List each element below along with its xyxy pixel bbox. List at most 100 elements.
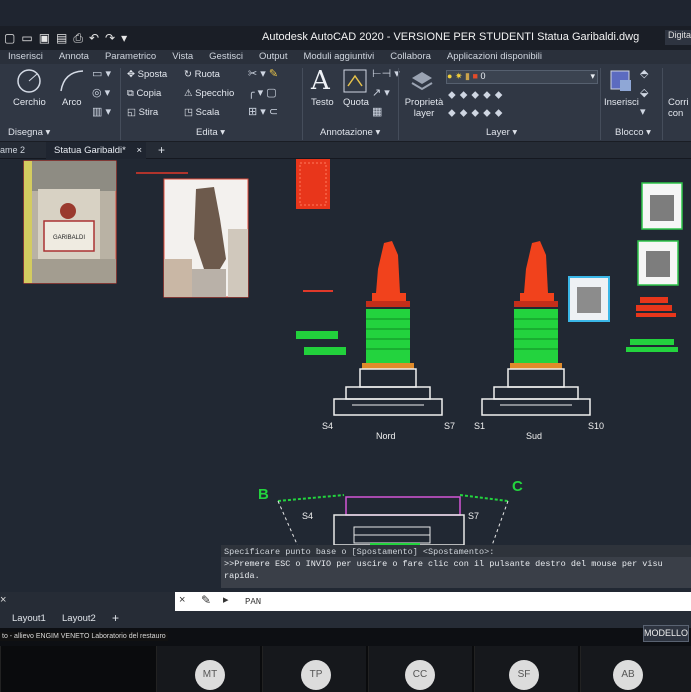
circle-icon[interactable]: [16, 68, 42, 94]
array-icon[interactable]: ⊞ ▾ ⊂: [248, 105, 278, 118]
panel-edita[interactable]: Edita ▾: [196, 127, 225, 138]
redo-icon[interactable]: ↷: [105, 31, 115, 46]
panel-annotazione[interactable]: Annotazione ▾: [320, 127, 380, 138]
photo-plaque[interactable]: GARIBALDI: [23, 160, 117, 284]
attribute-icon[interactable]: ▾: [640, 105, 646, 118]
trim-icon[interactable]: ✂ ▾ ✎: [248, 67, 278, 80]
quota-button[interactable]: Quota: [343, 97, 369, 108]
thumbnail-monument-selected[interactable]: [568, 276, 610, 322]
command-input[interactable]: PAN: [245, 597, 261, 607]
red-steps[interactable]: [636, 297, 676, 317]
leader-icon[interactable]: ↗ ▾: [372, 86, 390, 99]
corr-button[interactable]: Corri con: [668, 97, 691, 119]
specchio-button[interactable]: ⚠ Specchio: [184, 88, 234, 99]
command-history: Specificare punto base o [Spostamento] <…: [221, 545, 691, 588]
edit-block-icon[interactable]: ⬙: [640, 86, 648, 99]
drawing-canvas[interactable]: GARIBALDI S4 Nord S7 S1 Sud S10 B C S4 S…: [0, 159, 691, 611]
participant-tile[interactable]: CC: [368, 646, 472, 692]
scala-button[interactable]: ◳ Scala: [184, 107, 219, 118]
color-swatch-icon: ■: [472, 71, 478, 81]
rectangle-icon[interactable]: ▭ ▾: [92, 67, 111, 80]
close-icon[interactable]: ×: [136, 145, 142, 156]
close-icon[interactable]: ×: [179, 594, 185, 606]
fillet-icon[interactable]: ╭ ▾ ▢: [248, 86, 277, 99]
tab-vista[interactable]: Vista: [164, 50, 201, 64]
linear-dim-icon[interactable]: ⊢⊣ ▾: [372, 67, 400, 80]
customize-wrench-icon[interactable]: ✎: [201, 593, 211, 607]
stira-button[interactable]: ◱ Stira: [127, 107, 158, 118]
tab-collabora[interactable]: Collabora: [382, 50, 439, 64]
undo-icon[interactable]: ↶: [89, 31, 99, 46]
cerchio-button[interactable]: Cerchio: [13, 97, 46, 108]
saveas-icon[interactable]: ▤: [56, 31, 67, 46]
command-history-line: rapida.: [224, 571, 260, 581]
copia-button[interactable]: ⧉ Copia: [127, 88, 161, 99]
hatch-icon[interactable]: ◎ ▾: [92, 86, 110, 99]
arc-icon[interactable]: [58, 68, 86, 94]
sposta-button[interactable]: ✥ Sposta: [127, 69, 167, 80]
proprieta-layer-button[interactable]: Proprietà layer: [404, 97, 444, 119]
search-field[interactable]: Digita: [665, 30, 691, 45]
new-tab-button[interactable]: +: [158, 143, 165, 157]
layer-tools-row1-icon[interactable]: ⬥⬥⬥⬥⬥: [448, 89, 507, 102]
tab-gestisci[interactable]: Gestisci: [201, 50, 251, 64]
tab-parametrico[interactable]: Parametrico: [97, 50, 164, 64]
model-space-button[interactable]: MODELLO: [643, 625, 689, 642]
text-icon[interactable]: A: [311, 66, 330, 96]
tab-moduli[interactable]: Moduli aggiuntivi: [295, 50, 382, 64]
green-block[interactable]: [304, 347, 346, 355]
arco-button[interactable]: Arco: [62, 97, 82, 108]
plaque-text: GARIBALDI: [53, 235, 85, 241]
panel-blocco[interactable]: Blocco ▾: [615, 127, 651, 138]
save-icon[interactable]: ▣: [39, 31, 50, 46]
layer-dropdown[interactable]: ● ✷ ▮ ■ 0 ▾: [446, 70, 598, 84]
ribbon-tabs: Inserisci Annota Parametrico Vista Gesti…: [0, 50, 691, 64]
panel-disegna[interactable]: Disegna ▾: [8, 127, 50, 138]
new-layout-button[interactable]: +: [112, 611, 119, 625]
insert-block-icon[interactable]: [608, 68, 634, 94]
recent-commands-icon[interactable]: ▸: [223, 593, 229, 606]
erase-icon[interactable]: ✎: [269, 68, 278, 80]
tab-layout1[interactable]: Layout1: [12, 613, 46, 624]
stretch-icon: ◱: [127, 107, 139, 118]
panel-layer[interactable]: Layer ▾: [486, 127, 517, 138]
testo-button[interactable]: Testo: [311, 97, 334, 108]
tab-annota[interactable]: Annota: [51, 50, 97, 64]
red-fragment[interactable]: [296, 159, 330, 209]
ruota-button[interactable]: ↻ Ruota: [184, 69, 220, 80]
photo-statue[interactable]: [163, 178, 249, 298]
plot-icon[interactable]: ⎙: [73, 31, 83, 46]
thumbnail-monument[interactable]: [637, 240, 679, 286]
layer-tools-row2-icon[interactable]: ⬥⬥⬥⬥⬥: [448, 107, 507, 120]
open-icon[interactable]: ▭: [21, 31, 32, 46]
elevation-nord[interactable]: [333, 241, 443, 416]
participant-tile[interactable]: SF: [474, 646, 578, 692]
command-line[interactable]: × ✎ ▸ PAN: [175, 592, 691, 611]
qat-dropdown-icon[interactable]: ▾: [121, 31, 127, 46]
green-steps[interactable]: [626, 339, 678, 352]
close-icon[interactable]: ×: [0, 594, 6, 606]
layer-properties-icon[interactable]: [408, 68, 436, 94]
create-block-icon[interactable]: ⬘: [640, 67, 648, 80]
tab-output[interactable]: Output: [251, 50, 296, 64]
table-icon[interactable]: ▥ ▾: [92, 105, 111, 118]
table-insert-icon[interactable]: ▦: [372, 105, 382, 118]
thumbnail-monument[interactable]: [641, 182, 683, 230]
tab-applicazioni[interactable]: Applicazioni disponibili: [439, 50, 550, 64]
tab-statua-garibaldi[interactable]: Statua Garibaldi* ×: [46, 142, 146, 159]
lightbulb-icon: ●: [447, 71, 453, 81]
section-b-c[interactable]: [277, 494, 509, 552]
green-block[interactable]: [296, 331, 338, 339]
tab-layout2[interactable]: Layout2: [62, 613, 96, 624]
inserisci-button[interactable]: Inserisci: [604, 97, 639, 108]
label-s7: S7: [444, 421, 455, 431]
participant-tile[interactable]: AB: [580, 646, 691, 692]
tab-inserisci[interactable]: Inserisci: [0, 50, 51, 64]
participant-tile[interactable]: MT: [156, 646, 260, 692]
dimension-icon[interactable]: [342, 68, 368, 94]
participant-tile[interactable]: TP: [262, 646, 366, 692]
status-bar: to - allievo ENGIM VENETO Laboratorio de…: [0, 625, 691, 646]
elevation-sud[interactable]: [481, 241, 591, 416]
new-icon[interactable]: ▢: [4, 31, 15, 46]
previous-tab-stub[interactable]: ame 2: [0, 145, 25, 155]
